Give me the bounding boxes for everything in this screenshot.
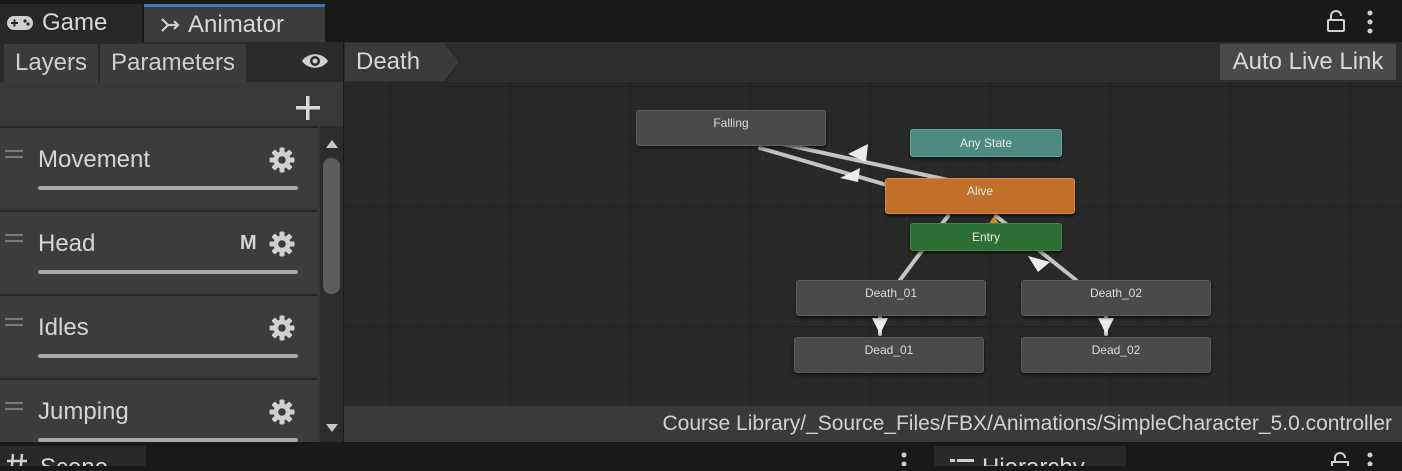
gear-icon[interactable] [268,230,296,258]
gear-icon[interactable] [268,398,296,426]
tab-layers[interactable]: Layers [4,44,98,82]
graph-breadcrumb-bar: Death Auto Live Link [344,42,1402,82]
state-falling[interactable]: Falling [636,110,826,146]
state-label: Death_02 [1089,286,1143,300]
state-label: Death_01 [864,286,918,300]
gear-icon[interactable] [268,314,296,342]
breadcrumb-label[interactable]: Death [356,48,420,76]
transition-arrow-icon [840,168,860,182]
transition-arrow-icon [1098,318,1114,334]
scroll-up-arrow-icon[interactable] [325,136,339,154]
layer-item-jumping[interactable]: Jumping [0,378,318,442]
drag-handle-icon[interactable] [5,318,23,330]
window-tab-bar: Game Animator [0,0,1402,42]
layers-panel: Layers Parameters Movement Head M Idles … [0,42,343,442]
layer-list-scrollbar[interactable] [320,126,343,442]
tab-game-label: Game [42,9,108,36]
controller-path-bar: Course Library/_Source_Files/FBX/Animati… [344,406,1402,442]
state-any-state[interactable]: Any State [910,129,1062,157]
kebab-menu-icon[interactable] [900,452,908,471]
lock-icon[interactable] [1330,452,1350,471]
kebab-menu-icon[interactable] [1366,10,1374,39]
state-death-01[interactable]: Death_01 [796,280,986,316]
list-icon [950,456,974,466]
tab-animator-label: Animator [188,10,285,38]
eye-icon[interactable] [300,50,330,77]
animator-icon [160,15,180,35]
state-entry[interactable]: Entry [910,223,1062,251]
tab-game[interactable]: Game [0,4,142,42]
transition-arrow-icon [872,318,888,334]
state-label: Dead_02 [1091,343,1141,357]
state-label: Dead_01 [864,343,914,357]
tab-scene-label: Scene [40,454,108,466]
state-alive[interactable]: Alive [885,178,1075,214]
drag-handle-icon[interactable] [5,150,23,162]
layer-weight-bar[interactable] [38,186,298,190]
tab-parameters[interactable]: Parameters [100,44,246,82]
layer-name: Movement [38,146,151,173]
layer-name: Jumping [38,398,129,425]
layer-weight-bar[interactable] [38,354,298,358]
mask-flag: M [240,232,257,254]
layer-list: Movement Head M Idles Jumping [0,126,318,442]
gamepad-icon [6,14,34,32]
grid-hash-icon [4,452,30,466]
state-dead-01[interactable]: Dead_01 [794,337,984,373]
controller-path: Course Library/_Source_Files/FBX/Animati… [662,412,1392,435]
state-label: Entry [971,230,1000,244]
tab-animator[interactable]: Animator [144,4,325,42]
drag-handle-icon[interactable] [5,402,23,414]
state-label: Falling [713,116,749,130]
state-death-02[interactable]: Death_02 [1021,280,1211,316]
scrollbar-thumb[interactable] [323,158,340,294]
layer-name: Idles [38,314,89,341]
layer-item-idles[interactable]: Idles [0,294,318,376]
state-machine-graph[interactable]: Falling Any State Alive Entry Death_01 D… [344,82,1402,406]
add-layer-plus-icon[interactable] [292,92,324,124]
layers-parameters-tabs: Layers Parameters [0,42,343,82]
state-label: Any State [959,136,1013,150]
layer-weight-bar[interactable] [38,270,298,274]
kebab-menu-icon[interactable] [1366,452,1374,471]
tab-hierarchy[interactable]: Hierarchy [934,446,1126,466]
layer-item-movement[interactable]: Movement [0,126,318,208]
layer-item-head[interactable]: Head M [0,210,318,292]
bottom-tab-bar: Scene Hierarchy [0,442,1402,469]
lock-icon[interactable] [1326,10,1346,37]
tab-hierarchy-label: Hierarchy [982,454,1085,466]
gear-icon[interactable] [268,146,296,174]
auto-live-link-button[interactable]: Auto Live Link [1220,44,1396,80]
drag-handle-icon[interactable] [5,234,23,246]
state-dead-02[interactable]: Dead_02 [1021,337,1211,373]
tab-scene[interactable]: Scene [0,446,146,466]
scroll-down-arrow-icon[interactable] [325,420,339,438]
state-label: Alive [966,184,993,198]
layer-name: Head [38,230,96,257]
